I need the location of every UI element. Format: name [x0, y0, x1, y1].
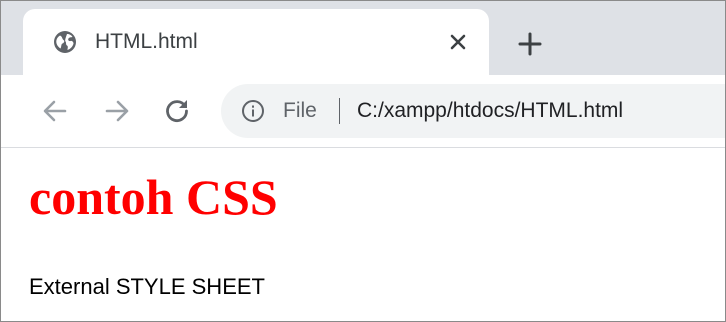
- new-tab-plus-icon[interactable]: [515, 29, 545, 59]
- url-text[interactable]: C:/xampp/htdocs/HTML.html: [357, 98, 623, 124]
- address-bar[interactable]: File C:/xampp/htdocs/HTML.html: [221, 84, 725, 138]
- arrow-left-icon[interactable]: [41, 97, 69, 125]
- omnibox-divider: [339, 98, 340, 124]
- toolbar: File C:/xampp/htdocs/HTML.html: [1, 75, 725, 148]
- scheme-label: File: [283, 99, 317, 122]
- close-icon[interactable]: [445, 29, 471, 55]
- reload-icon[interactable]: [163, 97, 191, 125]
- tab-html[interactable]: HTML.html: [23, 9, 489, 75]
- page-paragraph: External STYLE SHEET: [29, 274, 265, 299]
- browser-window: HTML.html File C:/xampp/htdocs/HTML.html…: [0, 0, 726, 322]
- info-icon[interactable]: [241, 99, 265, 123]
- globe-icon: [54, 31, 76, 53]
- page-heading: contoh CSS: [29, 169, 278, 225]
- tab-strip: HTML.html: [1, 1, 725, 75]
- page-content: contoh CSS External STYLE SHEET: [1, 148, 725, 321]
- arrow-right-icon[interactable]: [103, 97, 131, 125]
- tab-title: HTML.html: [95, 30, 198, 53]
